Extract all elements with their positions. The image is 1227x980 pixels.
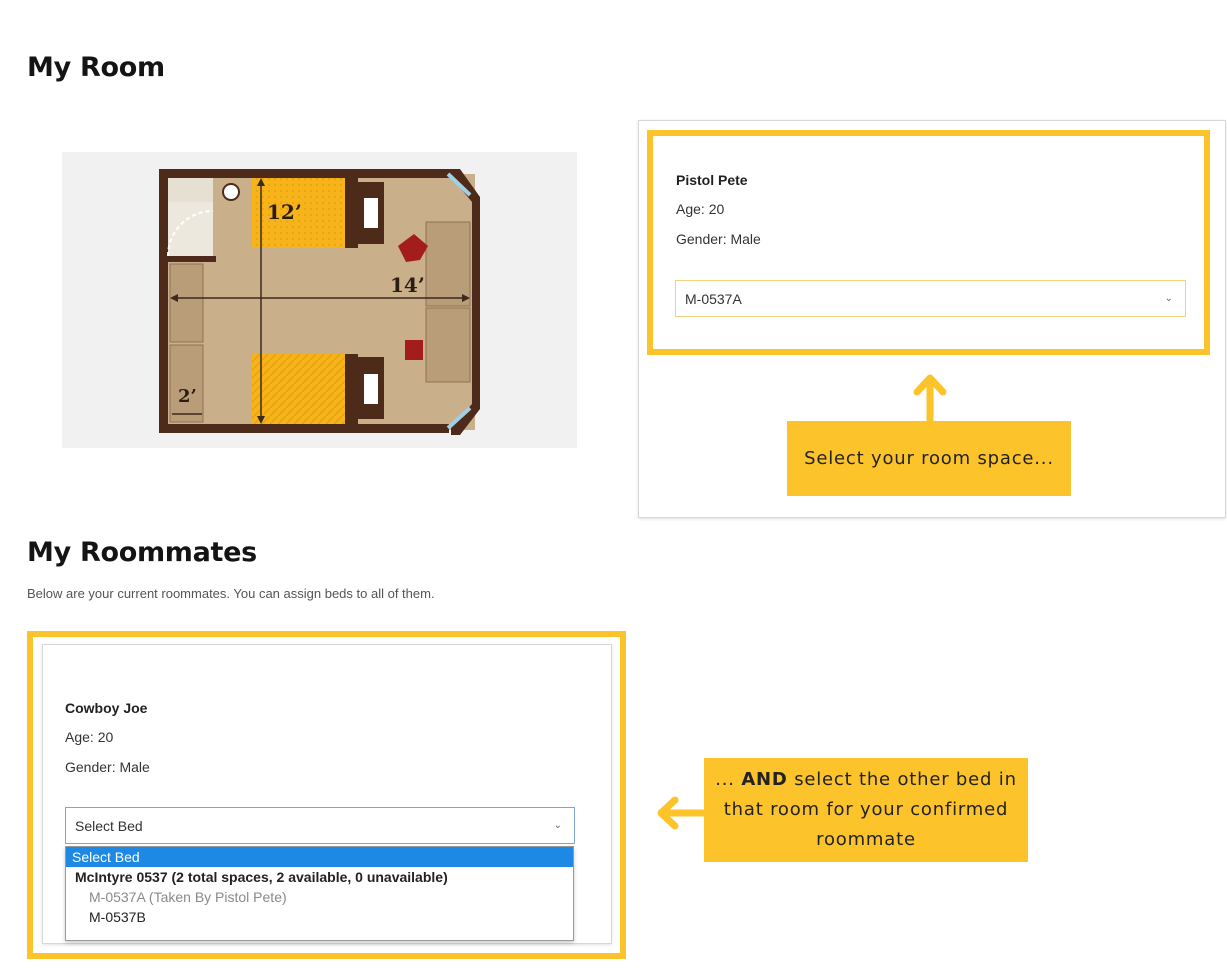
callout-select-room-space: Select your room space... (787, 421, 1071, 496)
callout-room-space-text: Select your room space... (804, 447, 1054, 469)
my-room-heading: My Room (27, 52, 165, 83)
bed-option-group: McIntyre 0537 (2 total spaces, 2 availab… (75, 869, 448, 885)
roommate-age: Age: 20 (65, 729, 114, 745)
bed-select-value: Select Bed (75, 817, 143, 834)
resident-gender: Gender: Male (676, 231, 761, 247)
room-floorplan-image: 12’ 14’ 2’ (62, 152, 577, 448)
callout-select-roommate-bed: ... AND select the other bed in that roo… (704, 758, 1028, 862)
dimension-closet: 2’ (178, 386, 197, 407)
chevron-down-icon: ⌄ (553, 819, 562, 831)
roommates-description: Below are your current roommates. You ca… (27, 586, 435, 601)
roommate-gender: Gender: Male (65, 759, 150, 775)
bed-select[interactable]: Select Bed ⌄ (65, 807, 575, 844)
arrow-left-icon (657, 796, 707, 830)
roommate-name: Cowboy Joe (65, 700, 148, 716)
resident-name: Pistol Pete (676, 172, 748, 188)
resident-age: Age: 20 (676, 201, 725, 217)
dimension-width: 14’ (390, 273, 425, 297)
arrow-up-icon (913, 374, 947, 424)
chevron-down-icon: ⌄ (1164, 292, 1173, 304)
bed-option-select-bed[interactable]: Select Bed (66, 847, 573, 867)
dimension-length: 12’ (267, 200, 302, 224)
room-space-select[interactable]: M-0537A ⌄ (675, 280, 1186, 317)
my-roommates-heading: My Roommates (27, 537, 257, 568)
callout-prefix: ... (715, 769, 735, 790)
callout-roommate-text: ... AND select the other bed in that roo… (714, 765, 1018, 855)
bed-select-dropdown: Select Bed McIntyre 0537 (2 total spaces… (65, 846, 574, 941)
room-space-select-value: M-0537A (685, 290, 742, 307)
bed-option-m-0537a: M-0537A (Taken By Pistol Pete) (89, 889, 287, 905)
bed-option-m-0537b[interactable]: M-0537B (66, 907, 573, 927)
callout-bold: AND (741, 769, 788, 790)
